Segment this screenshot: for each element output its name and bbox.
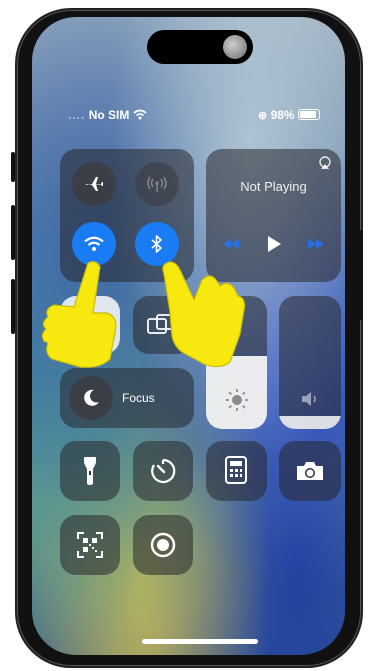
flashlight-icon [84, 457, 96, 485]
focus-label: Focus [122, 391, 155, 405]
camera-button[interactable] [279, 441, 341, 501]
pointing-hand-wifi-icon [41, 261, 117, 368]
front-camera [223, 35, 247, 59]
volume-down-button [11, 279, 15, 334]
wifi-icon [84, 236, 104, 251]
flashlight-button[interactable] [60, 441, 120, 501]
signal-dots-icon: .... [68, 108, 86, 122]
code-scanner-button[interactable] [60, 515, 120, 575]
play-icon[interactable] [266, 235, 282, 253]
qr-code-scanner-icon [77, 532, 103, 558]
screen-record-button[interactable] [133, 515, 193, 575]
status-right: ⊕ 98% [258, 108, 320, 122]
home-indicator [142, 639, 258, 644]
camera-icon [297, 462, 323, 480]
speaker-icon [302, 392, 316, 406]
calculator-button[interactable] [206, 441, 267, 501]
volume-up-button [11, 205, 15, 260]
side-button [359, 230, 363, 320]
battery-percent: 98% [270, 108, 295, 122]
wifi-status-icon [133, 109, 147, 120]
airplane-icon [86, 177, 103, 191]
timer-icon [151, 458, 176, 484]
dynamic-island [147, 30, 253, 64]
rewind-icon[interactable] [222, 238, 240, 250]
bluetooth-icon [151, 235, 162, 253]
airplane-mode-toggle[interactable] [72, 162, 116, 206]
volume-slider[interactable] [279, 296, 341, 429]
sun-icon [226, 389, 248, 411]
battery-icon [297, 109, 320, 120]
timer-button[interactable] [133, 441, 193, 501]
calculator-icon [225, 456, 247, 484]
pointing-hand-bluetooth-icon [162, 261, 245, 368]
status-carrier: .... No SIM [68, 108, 147, 122]
screen-record-icon [150, 532, 176, 558]
now-playing-status: Not Playing [240, 179, 307, 194]
volume-fill [279, 416, 341, 429]
moon-icon [84, 389, 99, 406]
rotation-lock-icon: ⊕ [258, 110, 268, 122]
focus-toggle[interactable] [69, 376, 113, 420]
fast-forward-icon[interactable] [307, 238, 325, 250]
cellular-antenna-icon [147, 176, 167, 192]
airplay-icon[interactable] [318, 156, 332, 170]
carrier-label: No SIM [88, 108, 130, 122]
cellular-data-toggle[interactable] [135, 162, 179, 206]
action-button [11, 152, 15, 182]
